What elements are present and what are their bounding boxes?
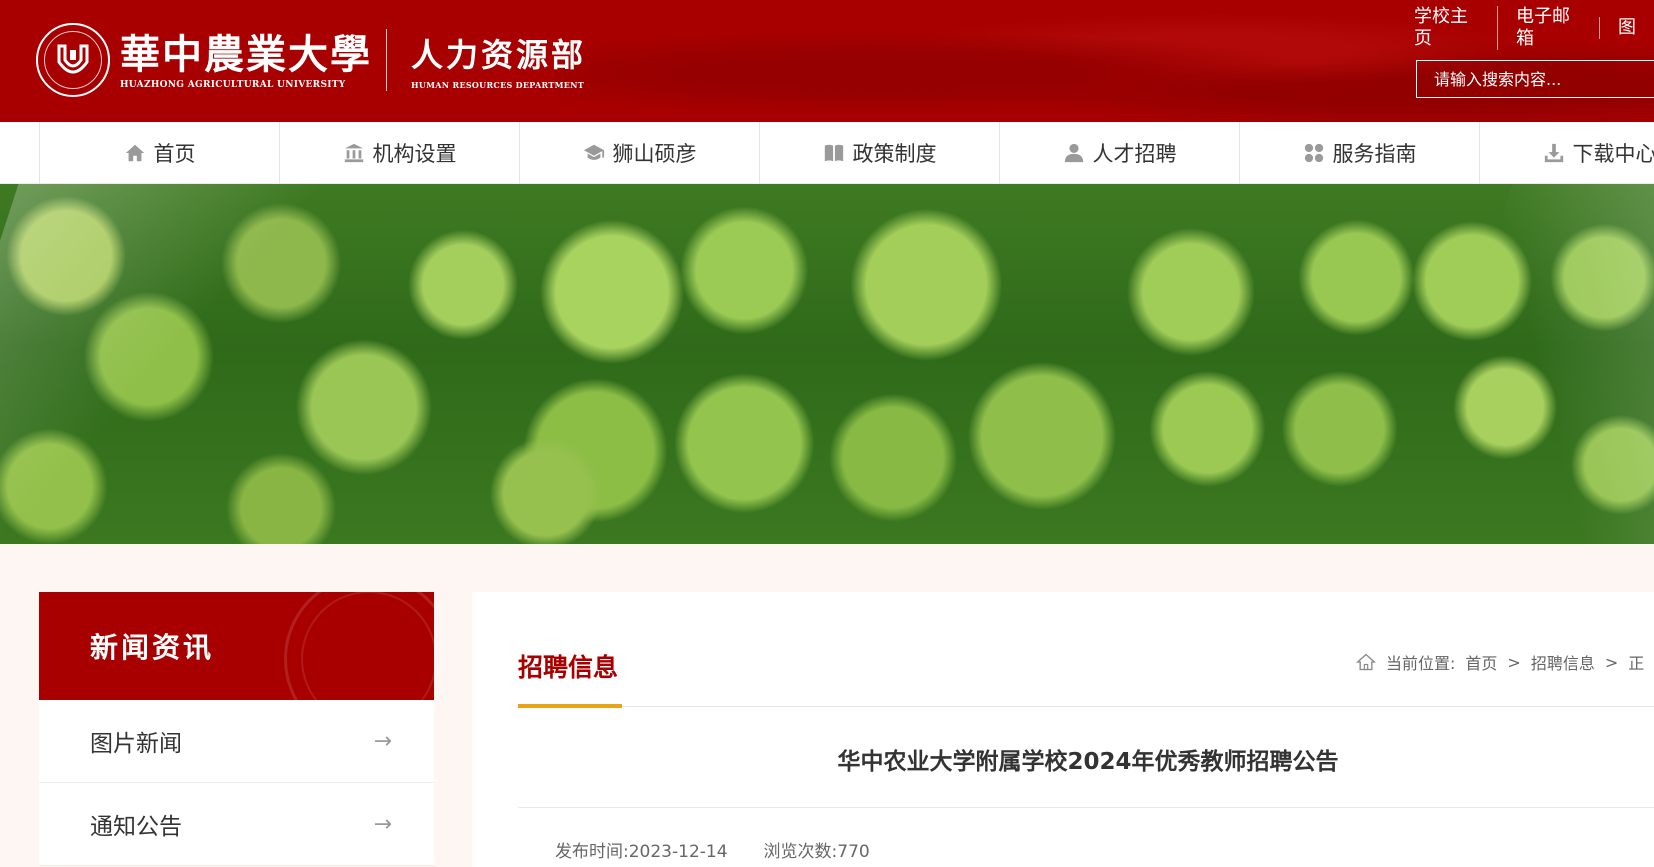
views-count: 770 [837, 842, 870, 862]
graduation-cap-icon [583, 144, 604, 160]
university-name: 華中農業大學 HUAZHONG AGRICULTURAL UNIVERSITY [120, 30, 372, 90]
university-name-en: HUAZHONG AGRICULTURAL UNIVERSITY [120, 80, 346, 90]
main-content: 招聘信息 当前位置: 首页 > 招聘信息 > 正 华中农业大学附属学校2024年… [472, 592, 1654, 867]
nav-item-label: 人才招聘 [1092, 142, 1177, 166]
publish-label: 发布时间: [555, 842, 629, 862]
sidebar-item-label: 通知公告 [90, 814, 182, 840]
breadcrumb-separator: > [1507, 652, 1521, 672]
nav-item-home[interactable]: 首页 [39, 122, 279, 184]
breadcrumb-separator: > [1604, 652, 1619, 672]
breadcrumb-home[interactable]: 首页 [1465, 650, 1497, 674]
sidebar-title: 新闻资讯 [90, 631, 215, 664]
home-icon [125, 144, 144, 162]
publish-info: 发布时间:2023-12-14 [555, 837, 728, 862]
nav-item-label: 下载中心 [1572, 142, 1654, 166]
nav-item-label: 机构设置 [372, 142, 457, 166]
nav-item-label: 服务指南 [1332, 142, 1417, 166]
sidebar-item-notices[interactable]: 通知公告 → [39, 783, 434, 866]
banner-sheen [0, 184, 319, 544]
download-icon [1544, 143, 1563, 163]
top-links: 学校主页 电子邮箱 图 [1400, 6, 1654, 50]
nav-item-label: 首页 [153, 142, 196, 166]
institution-icon [344, 143, 363, 163]
section-title-underline [518, 704, 622, 708]
department-name-en: HUMAN RESOURCES DEPARTMENT [411, 80, 584, 90]
nav-item-download[interactable]: 下载中心 [1479, 122, 1654, 184]
library-link[interactable]: 图 [1599, 17, 1654, 39]
nav-item-label: 政策制度 [852, 142, 937, 166]
nav-item-recruitment[interactable]: 人才招聘 [999, 122, 1239, 184]
views-label: 浏览次数: [763, 842, 838, 862]
publish-date: 2023-12-14 [628, 842, 728, 862]
section-divider [518, 706, 1654, 707]
article-meta: 发布时间:2023-12-14 浏览次数:770 [555, 837, 870, 862]
home-outline-icon [1356, 653, 1376, 671]
nav-item-talents[interactable]: 狮山硕彦 [519, 122, 759, 184]
article-title: 华中农业大学附属学校2024年优秀教师招聘公告 [837, 749, 1339, 775]
user-icon [1064, 143, 1083, 163]
article-divider [518, 807, 1654, 808]
nav-item-policy[interactable]: 政策制度 [759, 122, 999, 184]
search-input[interactable] [1416, 60, 1654, 98]
email-link[interactable]: 电子邮箱 [1497, 6, 1599, 50]
seal-watermark-icon [284, 592, 434, 700]
main-nav: 首页 机构设置 狮山硕彦 政策制度 人才招聘 服务指南 下载中心 [0, 122, 1654, 184]
school-homepage-link[interactable]: 学校主页 [1400, 6, 1497, 50]
nav-item-service[interactable]: 服务指南 [1239, 122, 1479, 184]
grid-icon [1304, 143, 1323, 163]
arrow-right-icon: → [373, 811, 392, 837]
logo-divider [386, 29, 387, 91]
university-seal-icon [36, 23, 110, 97]
banner-image [0, 184, 1654, 544]
department-name-cn: 人力资源部 [411, 36, 587, 74]
department-name: 人力资源部 HUMAN RESOURCES DEPARTMENT [411, 30, 586, 90]
site-logo[interactable]: 華中農業大學 HUAZHONG AGRICULTURAL UNIVERSITY … [36, 12, 586, 108]
nav-item-label: 狮山硕彦 [612, 142, 697, 166]
breadcrumb: 当前位置: 首页 > 招聘信息 > 正 [1356, 650, 1644, 674]
sidebar-item-label: 图片新闻 [90, 731, 182, 757]
site-header: 華中農業大學 HUAZHONG AGRICULTURAL UNIVERSITY … [0, 0, 1654, 122]
sidebar-header: 新闻资讯 [39, 592, 434, 700]
section-title: 招聘信息 [518, 653, 619, 682]
nav-item-institution[interactable]: 机构设置 [279, 122, 519, 184]
arrow-right-icon: → [373, 728, 392, 754]
sidebar-item-photo-news[interactable]: 图片新闻 → [39, 700, 434, 783]
university-name-cn: 華中農業大學 [120, 31, 372, 78]
book-icon [824, 144, 843, 162]
breadcrumb-recruitment[interactable]: 招聘信息 [1531, 650, 1595, 674]
sidebar: 新闻资讯 图片新闻 → 通知公告 → [39, 592, 434, 866]
views-info: 浏览次数:770 [764, 837, 870, 862]
banner-sheen [1395, 184, 1654, 544]
breadcrumb-current: 正 [1628, 654, 1645, 673]
breadcrumb-prefix: 当前位置: [1386, 654, 1456, 673]
